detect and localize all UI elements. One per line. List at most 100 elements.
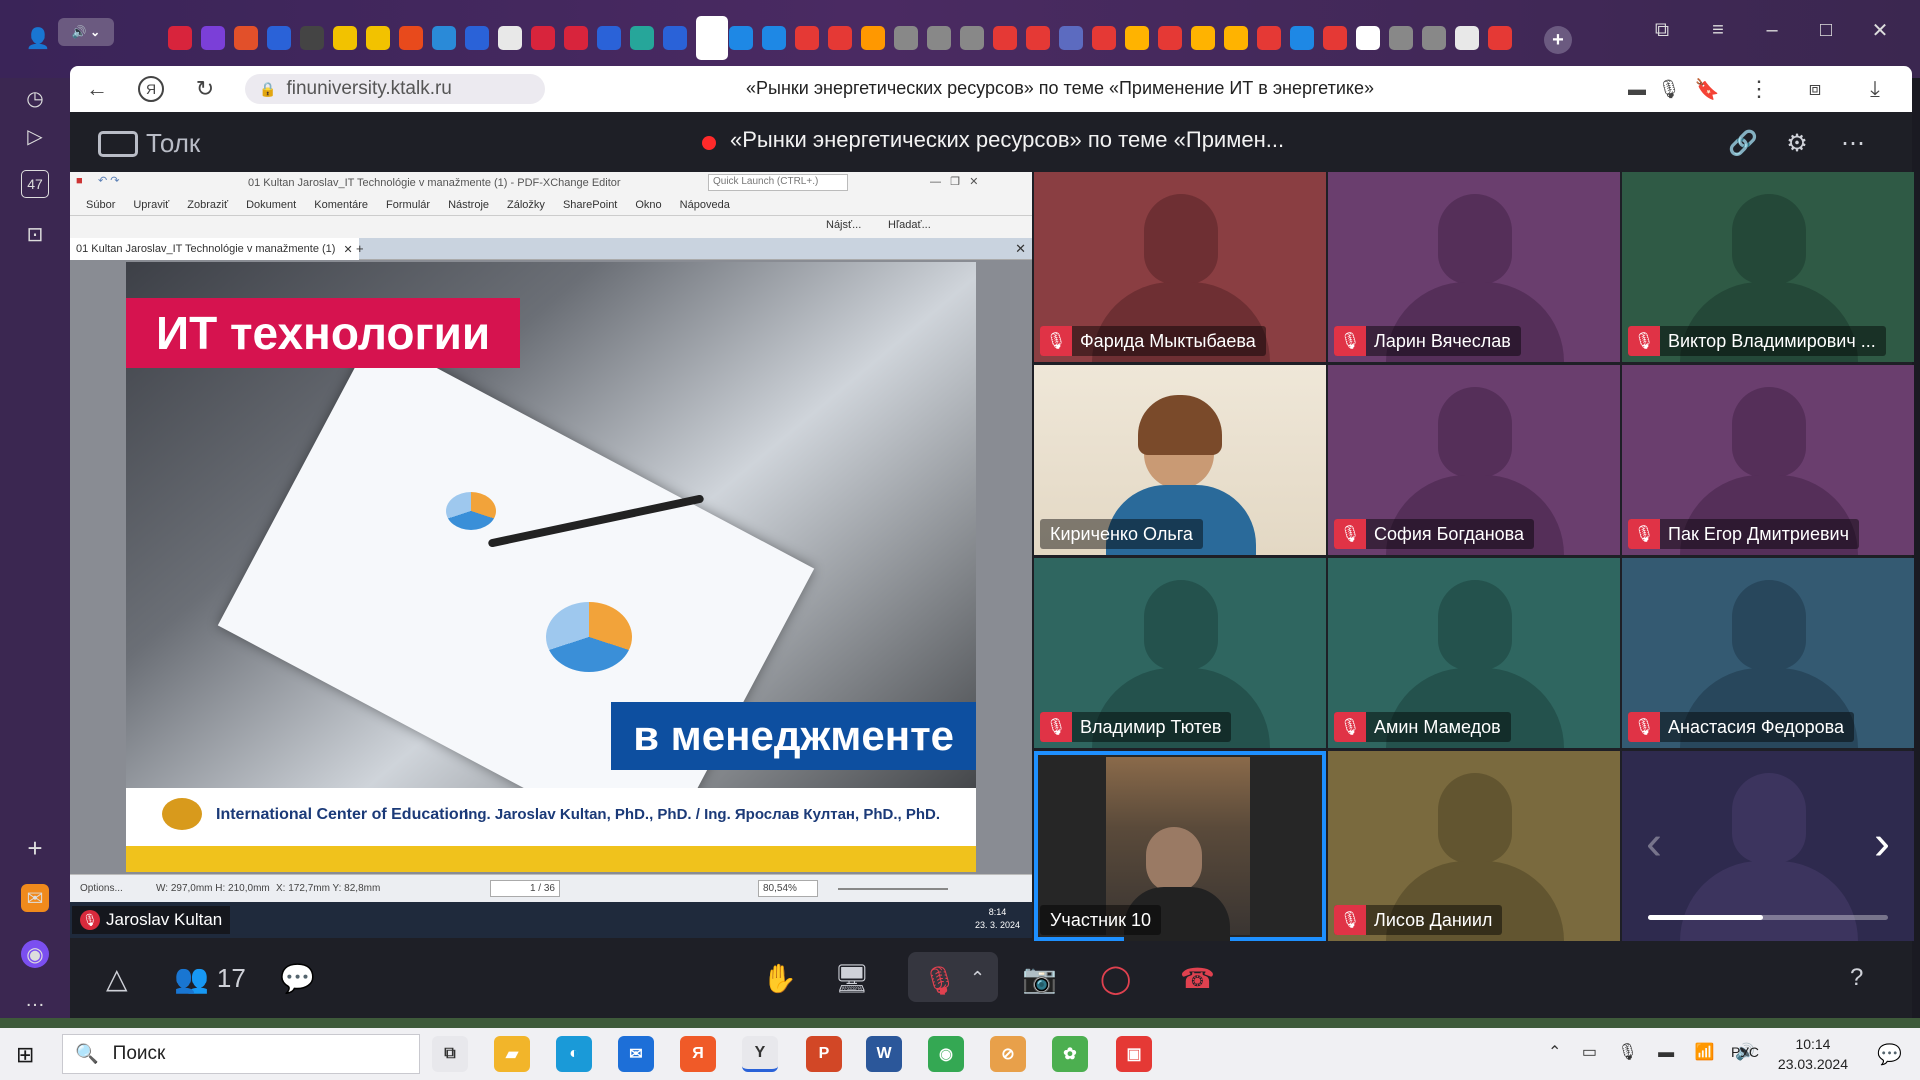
taskbar-clock[interactable]: 10:14 23.03.2024 (1778, 1034, 1848, 1074)
chevron-left-icon[interactable]: ‹ (1634, 813, 1674, 873)
chevron-right-icon[interactable]: › (1862, 813, 1902, 873)
zoom-select[interactable]: 80,54% (758, 880, 818, 897)
add-tab-icon[interactable]: + (356, 241, 364, 256)
history-icon[interactable]: ◷ (21, 84, 49, 112)
browser-tab-favicon[interactable] (399, 26, 423, 50)
browser-tab-favicon[interactable] (1455, 26, 1479, 50)
settings-icon[interactable]: ⚙ (1780, 126, 1814, 160)
yandex-browser-icon[interactable]: Y (742, 1036, 778, 1072)
browser-tab-favicon[interactable] (1158, 26, 1182, 50)
mail-icon[interactable]: ✉ (618, 1036, 654, 1072)
more-icon[interactable]: … (21, 986, 49, 1014)
chevron-up-icon[interactable]: ⌃ (970, 956, 985, 1000)
browser-tab-favicon[interactable] (894, 26, 918, 50)
pdf-menu-item[interactable]: Komentáre (314, 199, 368, 211)
apps-icon[interactable]: △ (106, 956, 128, 1000)
play-icon[interactable]: ▷ (21, 122, 49, 150)
close-icon[interactable]: ✕ (1862, 12, 1898, 48)
search-button[interactable]: Hľadať... (888, 219, 931, 231)
back-icon[interactable]: ← (82, 74, 112, 104)
participant-tile[interactable]: Амин Мамедов 🎙 (1328, 558, 1620, 748)
pdf-menu-item[interactable]: Okno (635, 199, 661, 211)
pdf-menu-item[interactable]: Súbor (86, 199, 115, 211)
app-icon[interactable]: ▣ (1116, 1036, 1152, 1072)
minimize-icon[interactable]: – (1754, 12, 1790, 48)
browser-tab-favicon[interactable] (267, 26, 291, 50)
chat-icon[interactable]: 💬 (280, 956, 315, 1000)
browser-tab-favicon[interactable] (729, 26, 753, 50)
browser-tab-favicon[interactable] (1092, 26, 1116, 50)
options-button[interactable]: Options... (80, 883, 123, 894)
participant-tile[interactable]: Фарида Мыктыбаева 🎙 (1034, 172, 1326, 362)
browser-tab-favicon[interactable] (234, 26, 258, 50)
participant-tile[interactable]: Лисов Даниил 🎙 (1328, 751, 1620, 941)
pdf-menu-item[interactable]: SharePoint (563, 199, 617, 211)
participant-tile[interactable]: ‹ › (1622, 751, 1914, 941)
pdf-menu-item[interactable]: Nápoveda (680, 199, 730, 211)
windows-start-icon[interactable]: ⊞ (16, 1042, 34, 1068)
pdf-menu-item[interactable]: Dokument (246, 199, 296, 211)
camera-permission-icon[interactable]: ▬ (1622, 74, 1652, 104)
participant-tile[interactable]: Участник 10 (1034, 751, 1326, 941)
taskbar-search[interactable]: 🔍 Поиск (62, 1034, 420, 1074)
yandex-icon[interactable]: Я (138, 76, 164, 102)
browser-tab-favicon[interactable] (168, 26, 192, 50)
browser-tab-favicon[interactable] (1290, 26, 1314, 50)
undo-icon[interactable]: ↶ ↷ (98, 174, 120, 187)
browser-tab-favicon[interactable] (1422, 26, 1446, 50)
app-icon[interactable]: ⊘ (990, 1036, 1026, 1072)
participant-tile[interactable]: София Богданова 🎙 (1328, 365, 1620, 555)
pdf-menu-item[interactable]: Zobraziť (187, 199, 228, 211)
participant-tile[interactable]: Владимир Тютев 🎙 (1034, 558, 1326, 748)
browser-tab-favicon[interactable] (498, 26, 522, 50)
find-button[interactable]: Nájsť... (826, 219, 861, 231)
page-number-input[interactable]: 1 / 36 (490, 880, 560, 897)
record-icon[interactable]: ◯ (1100, 956, 1131, 1000)
browser-tab-favicon[interactable] (1356, 26, 1380, 50)
mic-off-icon[interactable]: 🎙 (922, 958, 958, 1002)
bookmark-icon[interactable]: 🔖 (1692, 74, 1722, 104)
browser-tab-favicon[interactable] (927, 26, 951, 50)
task-view-icon[interactable]: ⧉ (432, 1036, 468, 1072)
word-icon[interactable]: W (866, 1036, 902, 1072)
browser-tab-favicon[interactable] (630, 26, 654, 50)
language-indicator[interactable]: РУС (1731, 1044, 1759, 1060)
powerpoint-icon[interactable]: P (806, 1036, 842, 1072)
browser-tab-favicon[interactable] (861, 26, 885, 50)
extensions-icon[interactable]: ⧈ (1800, 74, 1830, 104)
mic-permission-icon[interactable]: 🎙 (1654, 74, 1684, 104)
browser-tab-favicon[interactable] (762, 26, 786, 50)
more-icon[interactable]: ⋮ (1744, 74, 1774, 104)
reload-icon[interactable]: ↻ (190, 74, 220, 104)
chrome-icon[interactable]: ◉ (928, 1036, 964, 1072)
url-field[interactable]: 🔒 finuniversity.ktalk.ru (245, 74, 545, 104)
menu-icon[interactable]: ≡ (1700, 12, 1736, 48)
participant-tile[interactable]: Ларин Вячеслав 🎙 (1328, 172, 1620, 362)
add-icon[interactable]: + (21, 833, 49, 863)
browser-tab-favicon[interactable] (201, 26, 225, 50)
browser-tab-favicon[interactable] (1125, 26, 1149, 50)
browser-tab-favicon[interactable] (531, 26, 555, 50)
new-tab-icon[interactable]: + (1544, 26, 1572, 54)
browser-tab-favicon[interactable] (993, 26, 1017, 50)
camera-off-icon[interactable]: 📷 (1022, 956, 1057, 1000)
zoom-slider[interactable] (838, 888, 948, 890)
browser-tab-favicon[interactable] (1323, 26, 1347, 50)
browser-tab-favicon[interactable] (1191, 26, 1215, 50)
close-icon[interactable]: ✕ (1015, 241, 1026, 257)
pdf-menu-item[interactable]: Formulár (386, 199, 430, 211)
sound-icon[interactable]: 🔊 ⌄ (58, 18, 114, 46)
browser-tab-favicon[interactable] (597, 26, 621, 50)
browser-tab-favicon[interactable] (1257, 26, 1281, 50)
browser-tab-favicon[interactable] (465, 26, 489, 50)
notifications-icon[interactable]: 💬 (1877, 1042, 1902, 1067)
browser-tab-favicon[interactable] (432, 26, 456, 50)
download-icon[interactable]: ⤓ (1860, 74, 1890, 104)
calendar-badge[interactable]: 47 (21, 170, 49, 198)
browser-tab-favicon[interactable] (828, 26, 852, 50)
app-icon[interactable]: ✿ (1052, 1036, 1088, 1072)
yandex-icon[interactable]: Я (680, 1036, 716, 1072)
pdf-menu-item[interactable]: Upraviť (133, 199, 169, 211)
close-icon[interactable]: ✕ (343, 243, 352, 256)
profile-icon[interactable]: 👤 (26, 26, 51, 50)
